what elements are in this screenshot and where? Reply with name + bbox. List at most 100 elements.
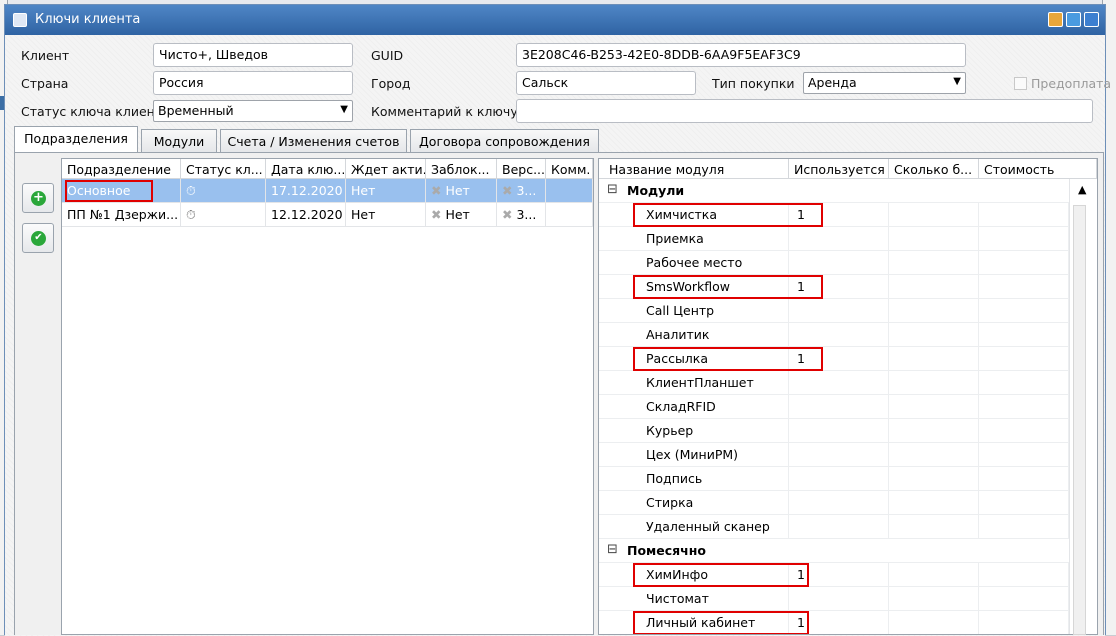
list-item[interactable]: Личный кабинет 1	[599, 611, 1069, 634]
division-name: ПП №1 Дзержи...	[62, 203, 181, 227]
module-count	[889, 275, 979, 299]
list-item[interactable]: SmsWorkflow 1	[599, 275, 1069, 299]
list-item[interactable]: Удаленный сканер	[599, 515, 1069, 539]
divisions-grid: Подразделение Статус кл... Дата клю... Ж…	[61, 158, 594, 635]
col-key-date[interactable]: Дата клю...	[266, 159, 346, 179]
list-item[interactable]: Химчистка 1	[599, 203, 1069, 227]
tab-divisions[interactable]: Подразделения	[14, 126, 138, 153]
collapse-icon[interactable]: ⊟	[607, 542, 618, 557]
module-used	[789, 251, 889, 275]
country-label: Страна	[21, 76, 69, 91]
module-cost	[979, 515, 1069, 539]
list-item[interactable]: Call Центр	[599, 299, 1069, 323]
tab-support-contracts[interactable]: Договора сопровождения	[410, 129, 599, 153]
list-item[interactable]: Стирка	[599, 491, 1069, 515]
col-cost[interactable]: Стоимость	[979, 159, 1097, 179]
checkmark-icon: ✔	[31, 231, 46, 246]
divisions-header: Подразделение Статус кл... Дата клю... Ж…	[62, 159, 593, 179]
group-row[interactable]: ⊟ Модули	[599, 179, 1069, 203]
status-select[interactable]: Временный ▼	[153, 100, 353, 122]
purchase-type-select[interactable]: Аренда ▼	[803, 72, 966, 94]
collapse-icon[interactable]: ⊟	[607, 182, 618, 197]
module-used	[789, 515, 889, 539]
module-name: Подпись	[599, 467, 789, 491]
module-used	[789, 587, 889, 611]
guid-label: GUID	[371, 48, 404, 63]
tab-invoices[interactable]: Счета / Изменения счетов	[220, 129, 407, 153]
comment-field[interactable]	[516, 99, 1093, 123]
col-comment[interactable]: Комм.	[546, 159, 593, 179]
module-cost	[979, 275, 1069, 299]
status-value: Временный	[158, 103, 234, 118]
list-item[interactable]: Рассылка 1	[599, 347, 1069, 371]
module-count	[889, 203, 979, 227]
vertical-scrollbar[interactable]: ▲	[1069, 179, 1097, 635]
module-count	[889, 323, 979, 347]
chevron-up-icon[interactable]: ▲	[1078, 183, 1086, 196]
purchase-type-value: Аренда	[808, 75, 857, 90]
module-cost	[979, 491, 1069, 515]
modules-header: Название модуля Используется Сколько б..…	[599, 159, 1097, 179]
module-used	[789, 419, 889, 443]
highlight-box	[633, 611, 809, 634]
list-item[interactable]: Чистомат	[599, 587, 1069, 611]
restore-button[interactable]	[1084, 12, 1099, 27]
col-used[interactable]: Используется	[789, 159, 889, 179]
module-cost	[979, 467, 1069, 491]
col-waiting-activation[interactable]: Ждет акти...	[346, 159, 426, 179]
list-item[interactable]: КлиентПланшет	[599, 371, 1069, 395]
version-cell: ✖ 3...	[497, 203, 546, 227]
module-name: Приемка	[599, 227, 789, 251]
module-count	[889, 347, 979, 371]
scrollbar-thumb[interactable]	[1073, 205, 1086, 635]
module-cost	[979, 611, 1069, 634]
cross-icon: ✖	[431, 207, 442, 222]
group-row[interactable]: ⊟ Помесячно	[599, 539, 1069, 563]
title-bar[interactable]: Ключи клиента	[5, 5, 1105, 35]
list-item[interactable]: Аналитик	[599, 323, 1069, 347]
list-item[interactable]: Рабочее место	[599, 251, 1069, 275]
col-division[interactable]: Подразделение	[62, 159, 181, 179]
col-key-status[interactable]: Статус кл...	[181, 159, 266, 179]
list-item[interactable]: СкладRFID	[599, 395, 1069, 419]
group-name: Помесячно	[627, 543, 706, 558]
highlight-box	[633, 347, 823, 371]
table-row[interactable]: ПП №1 Дзержи... ⏱ 12.12.2020 Нет ✖ Нет ✖…	[62, 203, 593, 227]
confirm-division-button[interactable]: ✔	[22, 223, 54, 253]
module-count	[889, 395, 979, 419]
col-module-name[interactable]: Название модуля	[599, 159, 789, 179]
highlight-box	[633, 563, 809, 587]
country-field[interactable]: Россия	[153, 71, 353, 95]
module-name: Чистомат	[599, 587, 789, 611]
module-name: Удаленный сканер	[599, 515, 789, 539]
client-field[interactable]: Чисто+, Шведов	[153, 43, 353, 67]
module-count	[889, 515, 979, 539]
client-label: Клиент	[21, 48, 70, 63]
maximize-button[interactable]	[1066, 12, 1081, 27]
module-cost	[979, 419, 1069, 443]
module-used	[789, 491, 889, 515]
list-item[interactable]: Подпись	[599, 467, 1069, 491]
plus-icon: +	[31, 191, 46, 206]
prepay-checkbox[interactable]	[1014, 77, 1027, 90]
version-value: 3...	[516, 183, 537, 198]
key-icon	[13, 13, 27, 27]
col-version[interactable]: Верс...	[497, 159, 546, 179]
col-blocked[interactable]: Заблок...	[426, 159, 497, 179]
list-item[interactable]: Курьер	[599, 419, 1069, 443]
list-item[interactable]: Цех (МиниPM)	[599, 443, 1069, 467]
module-count	[889, 371, 979, 395]
list-item[interactable]: Приемка	[599, 227, 1069, 251]
guid-field[interactable]: 3E208C46-B253-42E0-8DDB-6AA9F5EAF3C9	[516, 43, 966, 67]
city-field[interactable]: Сальск	[516, 71, 696, 95]
tab-modules[interactable]: Модули	[141, 129, 217, 153]
module-used	[789, 467, 889, 491]
minimize-button[interactable]	[1048, 12, 1063, 27]
add-division-button[interactable]: +	[22, 183, 54, 213]
modules-body: ⊟ Модули Химчистка 1 Приемка Рабочее место Sms…	[599, 179, 1069, 634]
status-label: Статус ключа клиента	[21, 104, 170, 119]
module-name: СкладRFID	[599, 395, 789, 419]
list-item[interactable]: ХимИнфо 1	[599, 563, 1069, 587]
module-count	[889, 251, 979, 275]
col-how-many[interactable]: Сколько б...	[889, 159, 979, 179]
